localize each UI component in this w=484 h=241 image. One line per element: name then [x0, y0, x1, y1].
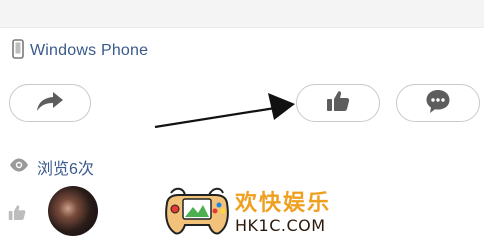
watermark-logo	[165, 187, 229, 235]
speech-bubble-icon	[425, 88, 451, 119]
device-info: Windows Phone	[12, 38, 148, 64]
comment-button[interactable]	[396, 84, 480, 122]
watermark-domain: HK1C.COM	[235, 216, 326, 235]
thumbs-up-icon	[8, 204, 26, 226]
device-label[interactable]: Windows Phone	[30, 42, 148, 60]
eye-icon	[9, 158, 29, 177]
previous-content-band	[0, 0, 484, 28]
watermark: 欢快娱乐 HK1C.COM	[163, 183, 333, 241]
thumbs-up-icon	[326, 90, 350, 117]
phone-icon	[12, 38, 24, 64]
share-arrow-icon	[36, 90, 64, 117]
views-label: 浏览6次	[37, 161, 94, 178]
like-button[interactable]	[296, 84, 380, 122]
share-button[interactable]	[9, 84, 91, 122]
watermark-title: 欢快娱乐	[235, 191, 332, 216]
avatar[interactable]	[48, 186, 98, 236]
view-count: 浏览6次	[9, 156, 94, 178]
